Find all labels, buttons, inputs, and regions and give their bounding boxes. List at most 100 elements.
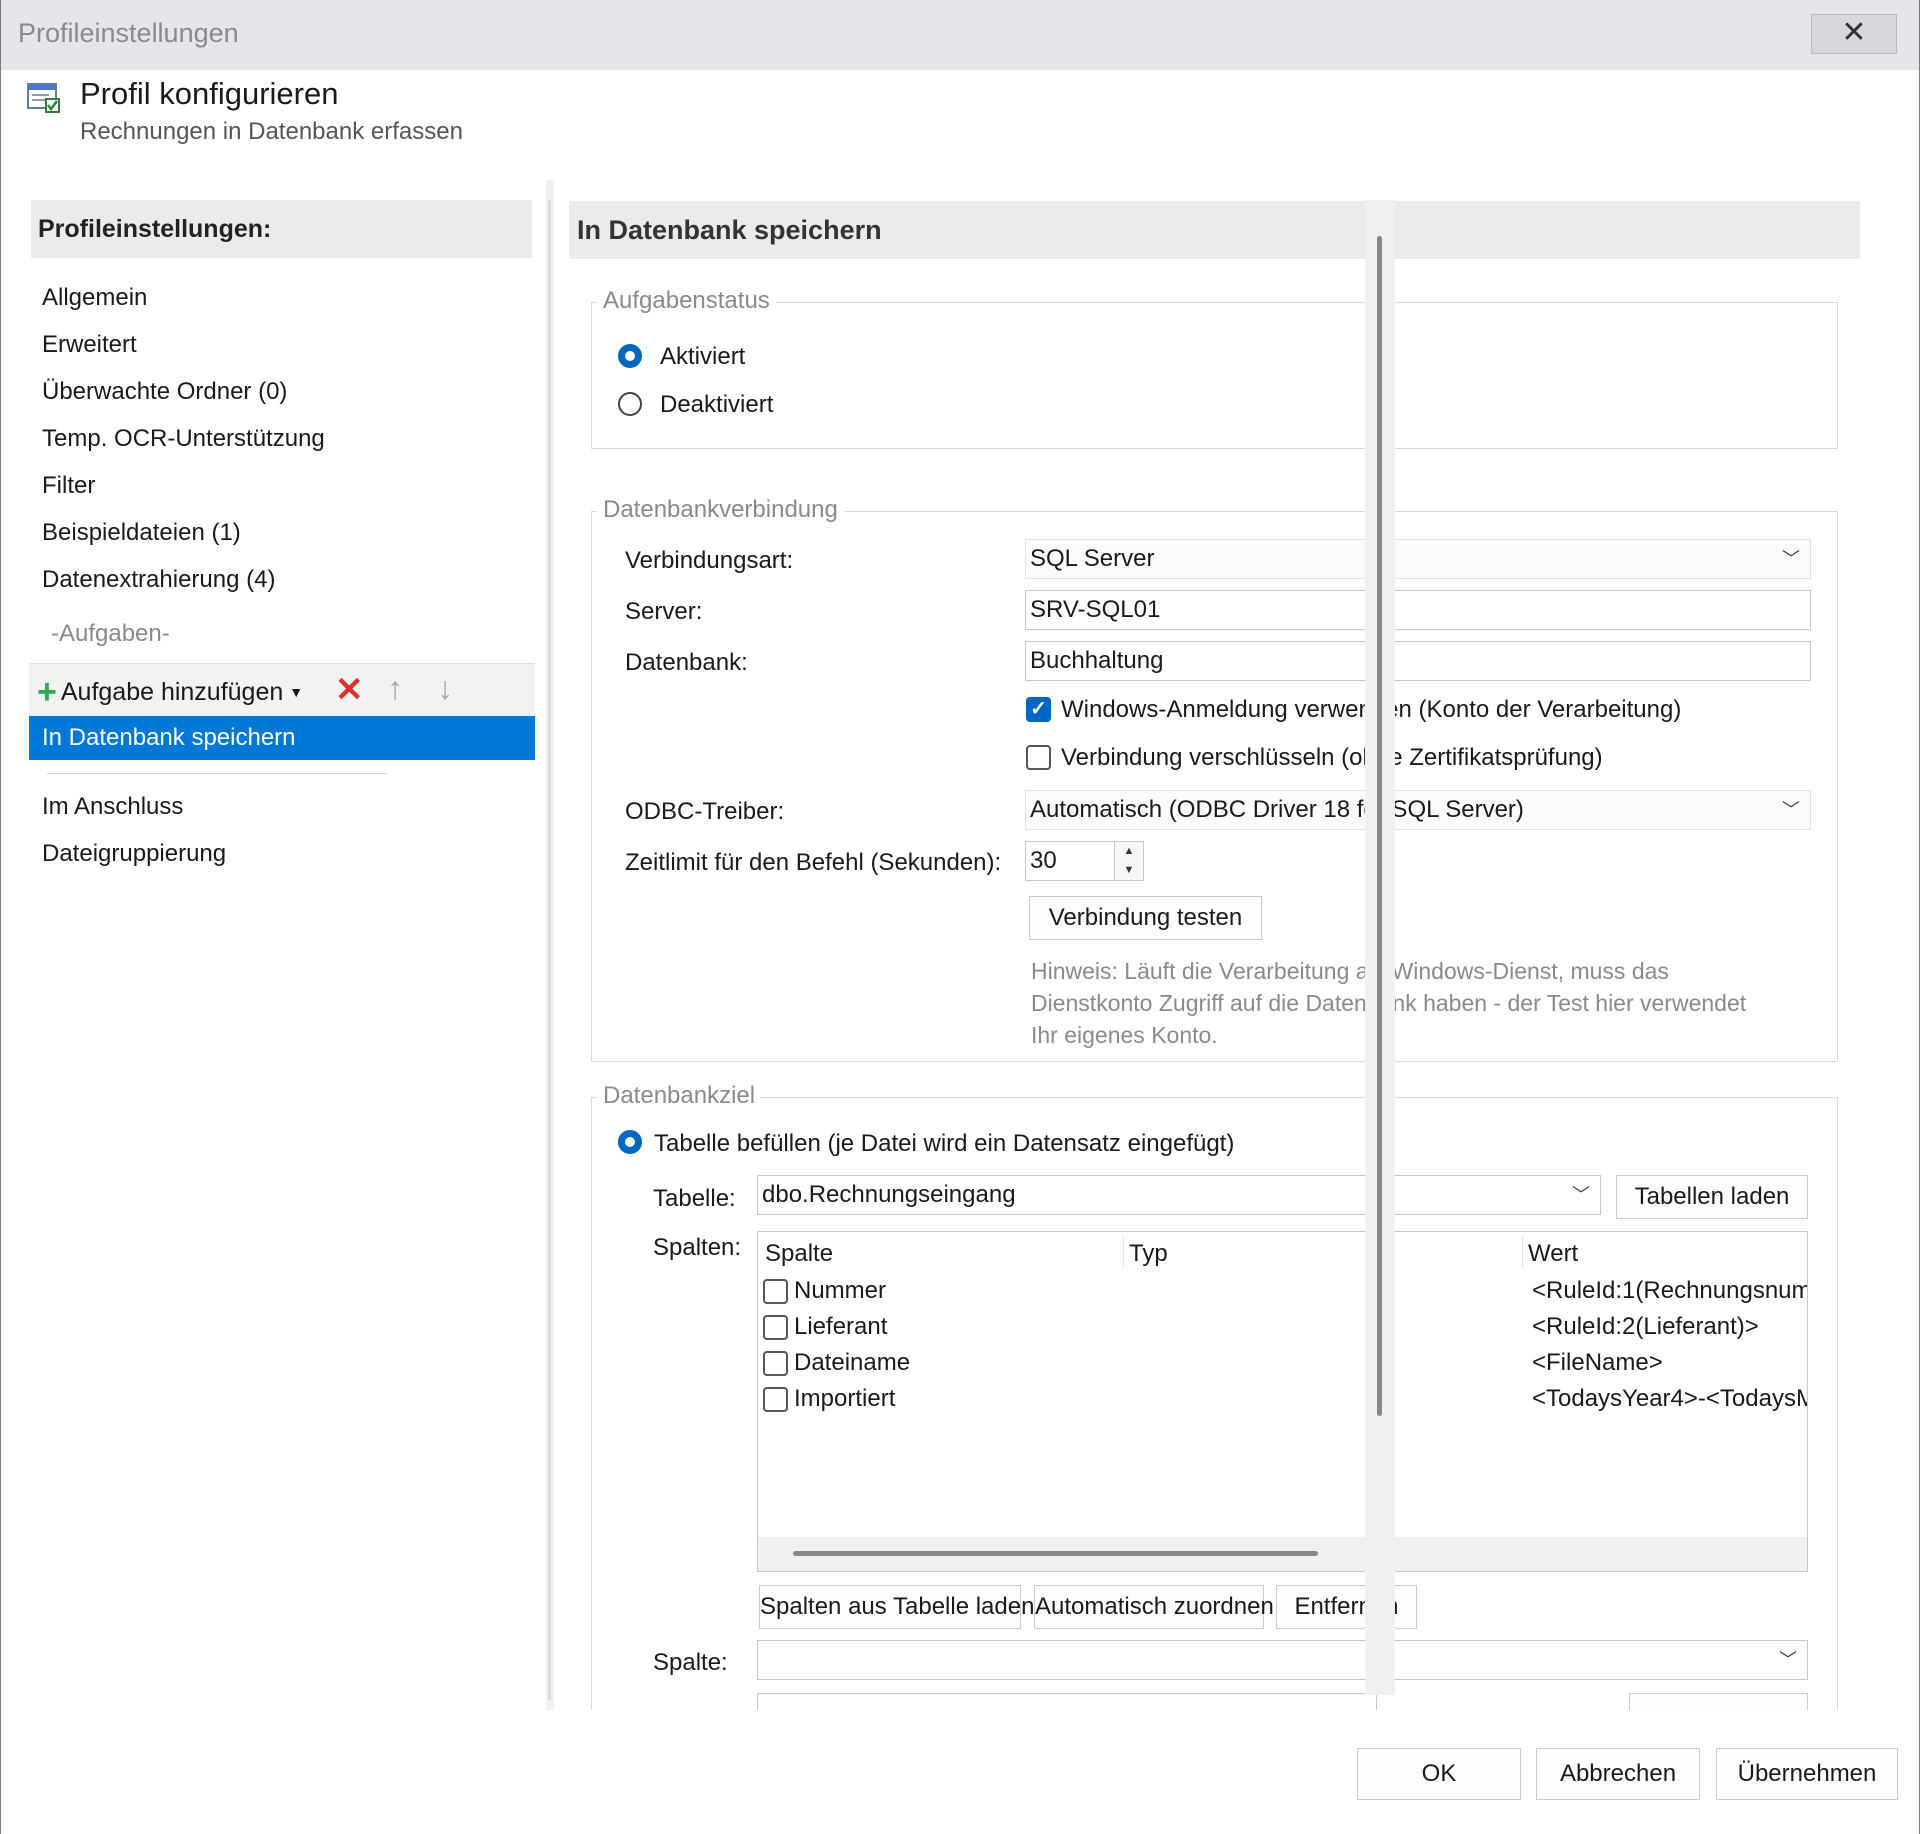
- tasks-section-label: -Aufgaben-: [51, 620, 170, 647]
- table-label: Tabelle:: [653, 1185, 736, 1212]
- test-connection-button[interactable]: Verbindung testen: [1029, 896, 1262, 940]
- add-icon: +: [37, 673, 57, 711]
- encrypt-label: Verbindung verschlüsseln (ohne Zertifika…: [1061, 744, 1603, 771]
- nav-item-dateigruppierung[interactable]: Dateigruppierung: [42, 840, 226, 868]
- nav-item-allgemein[interactable]: Allgemein: [42, 284, 147, 312]
- odbc-driver-label: ODBC-Treiber:: [625, 798, 785, 825]
- nav-pane-title: Profileinstellungen:: [31, 200, 532, 258]
- nav-item-ueberwachte-ordner[interactable]: Überwachte Ordner (0): [42, 378, 287, 406]
- row-checkbox[interactable]: [763, 1387, 788, 1412]
- server-label: Server:: [625, 598, 703, 625]
- radio-deaktiviert[interactable]: [618, 392, 642, 416]
- column-label: Spalte:: [653, 1649, 728, 1676]
- arrow-up-icon[interactable]: ↑: [387, 670, 403, 707]
- chevron-down-icon: ﹀: [1779, 1650, 1797, 1670]
- task-item-selected[interactable]: In Datenbank speichern: [29, 716, 535, 760]
- chevron-down-icon: ﹀: [1572, 1185, 1590, 1205]
- cancel-button[interactable]: Abbrechen: [1536, 1748, 1700, 1800]
- row-wert: <RuleId:2(Lieferant)>: [1532, 1313, 1759, 1340]
- task-divider: [47, 773, 387, 774]
- windows-login-checkbox[interactable]: ✓: [1026, 697, 1051, 722]
- column-separator: [1522, 1236, 1523, 1268]
- row-spalte: Importiert: [794, 1385, 896, 1412]
- connection-type-value: SQL Server: [1030, 545, 1155, 572]
- timeout-label: Zeitlimit für den Befehl (Sekunden):: [625, 849, 1002, 876]
- nav-item-beispieldateien[interactable]: Beispieldateien (1): [42, 519, 241, 547]
- column-header-wert[interactable]: Wert: [1528, 1240, 1578, 1268]
- nav-item-filter[interactable]: Filter: [42, 472, 95, 500]
- dialog-footer: OK Abbrechen Übernehmen: [1, 1710, 1919, 1834]
- columns-list[interactable]: Spalte Typ Wert Nummer <RuleId:1(Rechnun…: [757, 1231, 1808, 1572]
- settings-content-pane: In Datenbank speichern Aufgabenstatus Ak…: [554, 180, 1901, 1710]
- list-row[interactable]: Nummer <RuleId:1(Rechnungsnumr: [758, 1277, 1808, 1311]
- row-spalte: Nummer: [794, 1277, 887, 1304]
- load-columns-button[interactable]: Spalten aus Tabelle laden: [759, 1585, 1034, 1629]
- nav-item-erweitert[interactable]: Erweitert: [42, 331, 137, 359]
- column-header-typ[interactable]: Typ: [1129, 1240, 1168, 1268]
- close-button[interactable]: ✕: [1811, 14, 1897, 54]
- dialog-body: Profileinstellungen: Allgemein Erweitert…: [21, 180, 1901, 1710]
- horizontal-scrollbar[interactable]: [758, 1537, 1807, 1571]
- target-group-legend: Datenbankziel: [597, 1082, 762, 1110]
- row-spalte: Dateiname: [794, 1349, 911, 1376]
- radio-fill-table-label: Tabelle befüllen (je Datei wird ein Date…: [654, 1130, 1235, 1157]
- dialog-subtitle: Rechnungen in Datenbank erfassen: [80, 118, 463, 145]
- row-checkbox[interactable]: [763, 1279, 788, 1304]
- list-row[interactable]: Dateiname <FileName>: [758, 1349, 1807, 1383]
- delete-icon[interactable]: ✕: [335, 670, 364, 710]
- stepper-up-icon[interactable]: ▲: [1114, 842, 1143, 861]
- add-task-button[interactable]: + Aufgabe hinzufügen ▼: [37, 673, 303, 712]
- radio-deaktiviert-label: Deaktiviert: [660, 391, 774, 418]
- splitter-line: [548, 200, 551, 1700]
- table-select[interactable]: dbo.Rechnungseingang ﹀: [757, 1175, 1601, 1215]
- column-select[interactable]: ﹀: [757, 1640, 1808, 1680]
- columns-label: Spalten:: [653, 1234, 742, 1261]
- row-wert: <FileName>: [1532, 1349, 1663, 1376]
- value-input-partial[interactable]: [757, 1693, 1377, 1710]
- row-checkbox[interactable]: [763, 1351, 788, 1376]
- load-tables-button[interactable]: Tabellen laden: [1616, 1175, 1808, 1219]
- nav-item-im-anschluss[interactable]: Im Anschluss: [42, 793, 183, 821]
- row-wert: <RuleId:1(Rechnungsnumr: [1532, 1277, 1808, 1304]
- content-pane-title: In Datenbank speichern: [569, 201, 1860, 259]
- nav-item-datenextrahierung[interactable]: Datenextrahierung (4): [42, 566, 275, 594]
- column-header-spalte[interactable]: Spalte: [765, 1240, 833, 1268]
- database-input[interactable]: Buchhaltung: [1025, 641, 1811, 681]
- encrypt-checkbox[interactable]: [1026, 745, 1051, 770]
- status-group: [591, 302, 1838, 449]
- scrollbar-thumb[interactable]: [1377, 236, 1382, 1416]
- auto-assign-button[interactable]: Automatisch zuordnen: [1034, 1585, 1274, 1629]
- apply-button[interactable]: Übernehmen: [1716, 1748, 1898, 1800]
- server-input[interactable]: SRV-SQL01: [1025, 590, 1811, 630]
- odbc-driver-select[interactable]: Automatisch (ODBC Driver 18 for SQL Serv…: [1025, 790, 1811, 830]
- vertical-scrollbar[interactable]: [1365, 200, 1395, 1695]
- connection-type-select[interactable]: SQL Server ﹀: [1025, 539, 1811, 579]
- radio-aktiviert[interactable]: [618, 344, 642, 368]
- window-title: Profileinstellungen: [18, 18, 239, 48]
- pane-splitter[interactable]: [546, 200, 554, 1710]
- timeout-value: 30: [1030, 847, 1057, 874]
- scrollbar-thumb[interactable]: [793, 1551, 1318, 1556]
- odbc-driver-value: Automatisch (ODBC Driver 18 for SQL Serv…: [1030, 796, 1524, 823]
- row-checkbox[interactable]: [763, 1315, 788, 1340]
- remove-button[interactable]: Entfernen: [1276, 1585, 1417, 1629]
- radio-fill-table[interactable]: [618, 1130, 642, 1154]
- dialog-title: Profil konfigurieren: [80, 76, 339, 111]
- nav-item-temp-ocr[interactable]: Temp. OCR-Unterstützung: [42, 425, 325, 453]
- profile-config-icon: [27, 83, 60, 113]
- chevron-down-icon: ﹀: [1782, 800, 1800, 820]
- timeout-stepper[interactable]: 30 ▲ ▼: [1025, 841, 1144, 881]
- database-label: Datenbank:: [625, 649, 748, 676]
- task-toolbar: + Aufgabe hinzufügen ▼ ✕ ↑ ↓: [29, 663, 535, 716]
- chevron-down-icon: ﹀: [1782, 549, 1800, 569]
- partial-button[interactable]: [1629, 1693, 1808, 1710]
- arrow-down-icon[interactable]: ↓: [437, 670, 453, 707]
- stepper-down-icon[interactable]: ▼: [1114, 861, 1143, 880]
- ok-button[interactable]: OK: [1357, 1748, 1521, 1800]
- settings-nav-pane: Profileinstellungen: Allgemein Erweitert…: [21, 180, 546, 1710]
- radio-aktiviert-label: Aktiviert: [660, 343, 746, 370]
- title-bar: Profileinstellungen ✕: [1, 0, 1919, 70]
- list-row[interactable]: Lieferant <RuleId:2(Lieferant)>: [758, 1313, 1807, 1347]
- table-value: dbo.Rechnungseingang: [762, 1181, 1016, 1208]
- list-row[interactable]: Importiert <TodaysYear4>-<TodaysM: [758, 1385, 1807, 1419]
